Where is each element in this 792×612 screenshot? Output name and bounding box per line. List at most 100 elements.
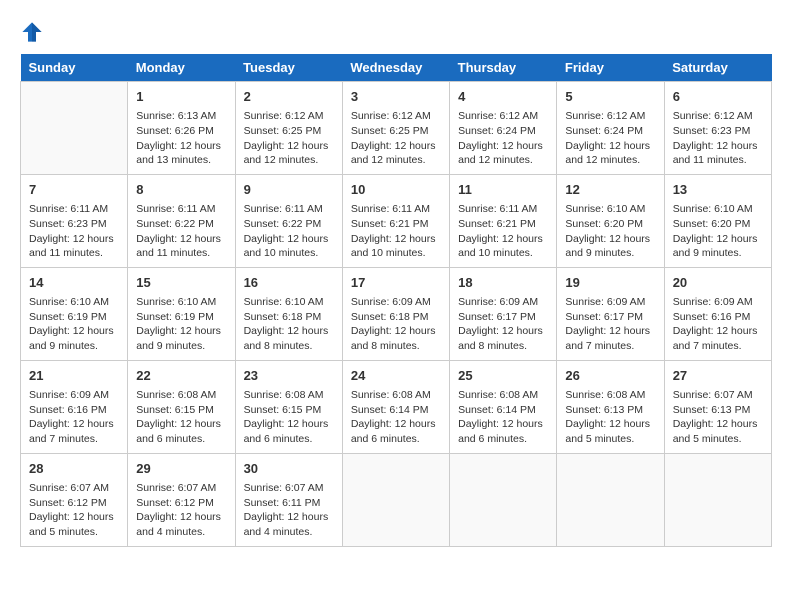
calendar-header-row: SundayMondayTuesdayWednesdayThursdayFrid… (21, 54, 772, 82)
cell-info: Sunrise: 6:08 AM Sunset: 6:15 PM Dayligh… (244, 388, 334, 447)
cell-info: Sunrise: 6:07 AM Sunset: 6:12 PM Dayligh… (29, 481, 119, 540)
day-number: 14 (29, 274, 119, 292)
logo-icon (20, 20, 44, 44)
calendar-cell: 23 Sunrise: 6:08 AM Sunset: 6:15 PM Dayli… (235, 360, 342, 453)
calendar-table: SundayMondayTuesdayWednesdayThursdayFrid… (20, 54, 772, 547)
day-number: 18 (458, 274, 548, 292)
header-thursday: Thursday (450, 54, 557, 82)
cell-info: Sunrise: 6:07 AM Sunset: 6:13 PM Dayligh… (673, 388, 763, 447)
day-number: 11 (458, 181, 548, 199)
day-number: 21 (29, 367, 119, 385)
day-number: 10 (351, 181, 441, 199)
cell-info: Sunrise: 6:10 AM Sunset: 6:18 PM Dayligh… (244, 295, 334, 354)
cell-info: Sunrise: 6:09 AM Sunset: 6:18 PM Dayligh… (351, 295, 441, 354)
calendar-week-1: 7 Sunrise: 6:11 AM Sunset: 6:23 PM Daylig… (21, 174, 772, 267)
cell-info: Sunrise: 6:11 AM Sunset: 6:23 PM Dayligh… (29, 202, 119, 261)
day-number: 13 (673, 181, 763, 199)
day-number: 20 (673, 274, 763, 292)
header-monday: Monday (128, 54, 235, 82)
cell-info: Sunrise: 6:09 AM Sunset: 6:16 PM Dayligh… (29, 388, 119, 447)
calendar-cell: 1 Sunrise: 6:13 AM Sunset: 6:26 PM Daylig… (128, 82, 235, 175)
day-number: 30 (244, 460, 334, 478)
day-number: 9 (244, 181, 334, 199)
cell-info: Sunrise: 6:07 AM Sunset: 6:12 PM Dayligh… (136, 481, 226, 540)
header-friday: Friday (557, 54, 664, 82)
calendar-cell: 13 Sunrise: 6:10 AM Sunset: 6:20 PM Dayli… (664, 174, 771, 267)
day-number: 28 (29, 460, 119, 478)
calendar-cell: 24Sunrise: 6:08 AM Sunset: 6:14 PM Dayli… (342, 360, 449, 453)
cell-info: Sunrise: 6:12 AM Sunset: 6:25 PM Dayligh… (351, 109, 441, 168)
calendar-week-3: 21 Sunrise: 6:09 AM Sunset: 6:16 PM Dayli… (21, 360, 772, 453)
day-number: 5 (565, 88, 655, 106)
cell-info: Sunrise: 6:11 AM Sunset: 6:21 PM Dayligh… (458, 202, 548, 261)
calendar-cell (557, 453, 664, 546)
cell-info: Sunrise: 6:08 AM Sunset: 6:14 PM Dayligh… (351, 388, 441, 447)
calendar-week-4: 28 Sunrise: 6:07 AM Sunset: 6:12 PM Dayli… (21, 453, 772, 546)
calendar-cell: 8 Sunrise: 6:11 AM Sunset: 6:22 PM Daylig… (128, 174, 235, 267)
day-number: 12 (565, 181, 655, 199)
cell-info: Sunrise: 6:10 AM Sunset: 6:20 PM Dayligh… (565, 202, 655, 261)
calendar-cell: 3 Sunrise: 6:12 AM Sunset: 6:25 PM Daylig… (342, 82, 449, 175)
calendar-cell: 15Sunrise: 6:10 AM Sunset: 6:19 PM Dayli… (128, 267, 235, 360)
calendar-cell: 29 Sunrise: 6:07 AM Sunset: 6:12 PM Dayli… (128, 453, 235, 546)
calendar-cell: 2 Sunrise: 6:12 AM Sunset: 6:25 PM Daylig… (235, 82, 342, 175)
calendar-cell: 22Sunrise: 6:08 AM Sunset: 6:15 PM Dayli… (128, 360, 235, 453)
calendar-week-2: 14 Sunrise: 6:10 AM Sunset: 6:19 PM Dayli… (21, 267, 772, 360)
day-number: 22 (136, 367, 226, 385)
calendar-week-0: 1 Sunrise: 6:13 AM Sunset: 6:26 PM Daylig… (21, 82, 772, 175)
header-tuesday: Tuesday (235, 54, 342, 82)
cell-info: Sunrise: 6:12 AM Sunset: 6:23 PM Dayligh… (673, 109, 763, 168)
day-number: 23 (244, 367, 334, 385)
cell-info: Sunrise: 6:10 AM Sunset: 6:19 PM Dayligh… (136, 295, 226, 354)
cell-info: Sunrise: 6:12 AM Sunset: 6:24 PM Dayligh… (565, 109, 655, 168)
day-number: 4 (458, 88, 548, 106)
day-number: 1 (136, 88, 226, 106)
day-number: 29 (136, 460, 226, 478)
calendar-cell: 19 Sunrise: 6:09 AM Sunset: 6:17 PM Dayli… (557, 267, 664, 360)
calendar-cell: 21 Sunrise: 6:09 AM Sunset: 6:16 PM Dayli… (21, 360, 128, 453)
calendar-cell: 7 Sunrise: 6:11 AM Sunset: 6:23 PM Daylig… (21, 174, 128, 267)
header-wednesday: Wednesday (342, 54, 449, 82)
cell-info: Sunrise: 6:11 AM Sunset: 6:21 PM Dayligh… (351, 202, 441, 261)
day-number: 25 (458, 367, 548, 385)
header-sunday: Sunday (21, 54, 128, 82)
calendar-cell (450, 453, 557, 546)
calendar-cell (342, 453, 449, 546)
day-number: 26 (565, 367, 655, 385)
day-number: 16 (244, 274, 334, 292)
calendar-cell: 5 Sunrise: 6:12 AM Sunset: 6:24 PM Daylig… (557, 82, 664, 175)
day-number: 8 (136, 181, 226, 199)
cell-info: Sunrise: 6:09 AM Sunset: 6:17 PM Dayligh… (565, 295, 655, 354)
day-number: 27 (673, 367, 763, 385)
cell-info: Sunrise: 6:10 AM Sunset: 6:20 PM Dayligh… (673, 202, 763, 261)
day-number: 6 (673, 88, 763, 106)
calendar-cell (664, 453, 771, 546)
cell-info: Sunrise: 6:09 AM Sunset: 6:17 PM Dayligh… (458, 295, 548, 354)
day-number: 2 (244, 88, 334, 106)
cell-info: Sunrise: 6:11 AM Sunset: 6:22 PM Dayligh… (244, 202, 334, 261)
page-header (20, 20, 772, 44)
calendar-cell: 17 Sunrise: 6:09 AM Sunset: 6:18 PM Dayli… (342, 267, 449, 360)
cell-info: Sunrise: 6:11 AM Sunset: 6:22 PM Dayligh… (136, 202, 226, 261)
calendar-cell: 26Sunrise: 6:08 AM Sunset: 6:13 PM Dayli… (557, 360, 664, 453)
calendar-cell: 11 Sunrise: 6:11 AM Sunset: 6:21 PM Dayli… (450, 174, 557, 267)
calendar-cell: 9 Sunrise: 6:11 AM Sunset: 6:22 PM Daylig… (235, 174, 342, 267)
calendar-cell: 12 Sunrise: 6:10 AM Sunset: 6:20 PM Dayli… (557, 174, 664, 267)
calendar-cell (21, 82, 128, 175)
day-number: 19 (565, 274, 655, 292)
calendar-cell: 16 Sunrise: 6:10 AM Sunset: 6:18 PM Dayli… (235, 267, 342, 360)
cell-info: Sunrise: 6:08 AM Sunset: 6:14 PM Dayligh… (458, 388, 548, 447)
cell-info: Sunrise: 6:10 AM Sunset: 6:19 PM Dayligh… (29, 295, 119, 354)
header-saturday: Saturday (664, 54, 771, 82)
calendar-cell: 30Sunrise: 6:07 AM Sunset: 6:11 PM Dayli… (235, 453, 342, 546)
cell-info: Sunrise: 6:12 AM Sunset: 6:24 PM Dayligh… (458, 109, 548, 168)
calendar-cell: 20Sunrise: 6:09 AM Sunset: 6:16 PM Dayli… (664, 267, 771, 360)
cell-info: Sunrise: 6:13 AM Sunset: 6:26 PM Dayligh… (136, 109, 226, 168)
day-number: 3 (351, 88, 441, 106)
calendar-cell: 27 Sunrise: 6:07 AM Sunset: 6:13 PM Dayli… (664, 360, 771, 453)
day-number: 7 (29, 181, 119, 199)
calendar-cell: 6 Sunrise: 6:12 AM Sunset: 6:23 PM Daylig… (664, 82, 771, 175)
cell-info: Sunrise: 6:12 AM Sunset: 6:25 PM Dayligh… (244, 109, 334, 168)
day-number: 17 (351, 274, 441, 292)
logo (20, 20, 48, 44)
